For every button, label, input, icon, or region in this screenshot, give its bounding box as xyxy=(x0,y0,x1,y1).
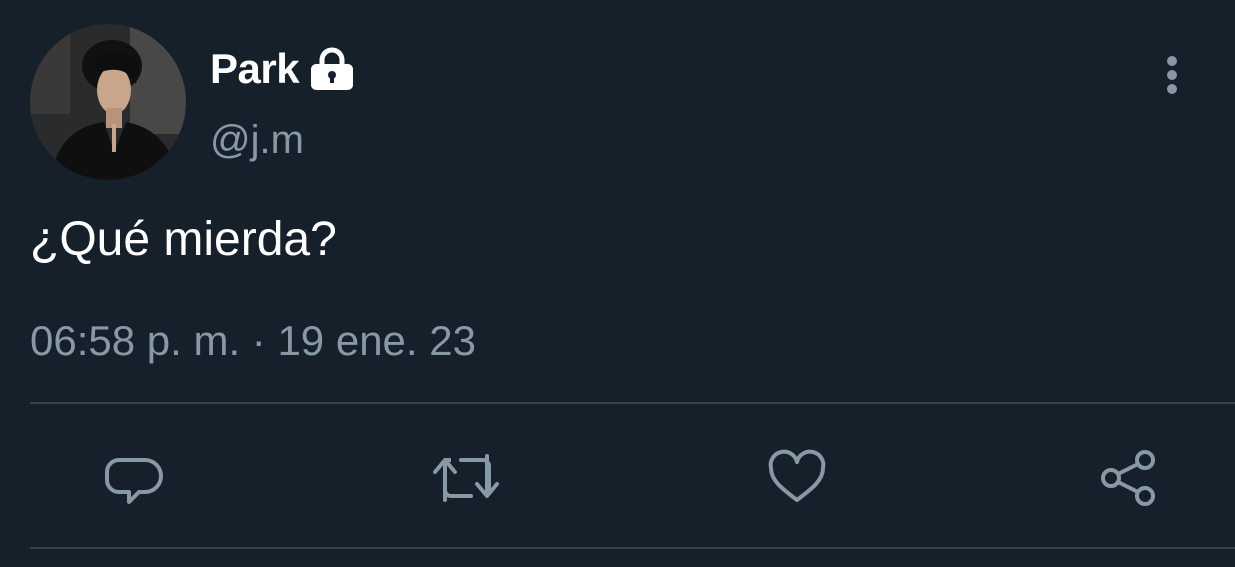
share-button[interactable] xyxy=(1089,438,1169,518)
share-icon xyxy=(1101,450,1155,506)
bottom-divider xyxy=(30,547,1235,549)
display-name[interactable]: Park xyxy=(210,45,300,93)
name-row: Park xyxy=(210,44,355,94)
speech-bubble-icon xyxy=(105,458,163,504)
avatar[interactable] xyxy=(30,24,186,180)
divider xyxy=(30,402,1235,404)
retweet-button[interactable] xyxy=(426,438,506,518)
lock-icon xyxy=(309,46,355,92)
tweet-text: ¿Qué mierda? xyxy=(30,213,337,266)
heart-icon xyxy=(768,449,826,502)
tweet-timestamp[interactable]: 06:58 p. m. · 19 ene. 23 xyxy=(30,317,476,365)
vertical-ellipsis-icon xyxy=(1167,56,1177,94)
retweet-icon xyxy=(433,454,499,502)
reply-button[interactable] xyxy=(95,438,175,518)
user-handle[interactable]: @j.m xyxy=(210,118,304,163)
like-button[interactable] xyxy=(757,438,837,518)
tweet-card: Park @j.m ¿Qué mierda? 06:58 p. m. · 19 … xyxy=(0,0,1235,567)
more-options-button[interactable] xyxy=(1150,52,1194,98)
